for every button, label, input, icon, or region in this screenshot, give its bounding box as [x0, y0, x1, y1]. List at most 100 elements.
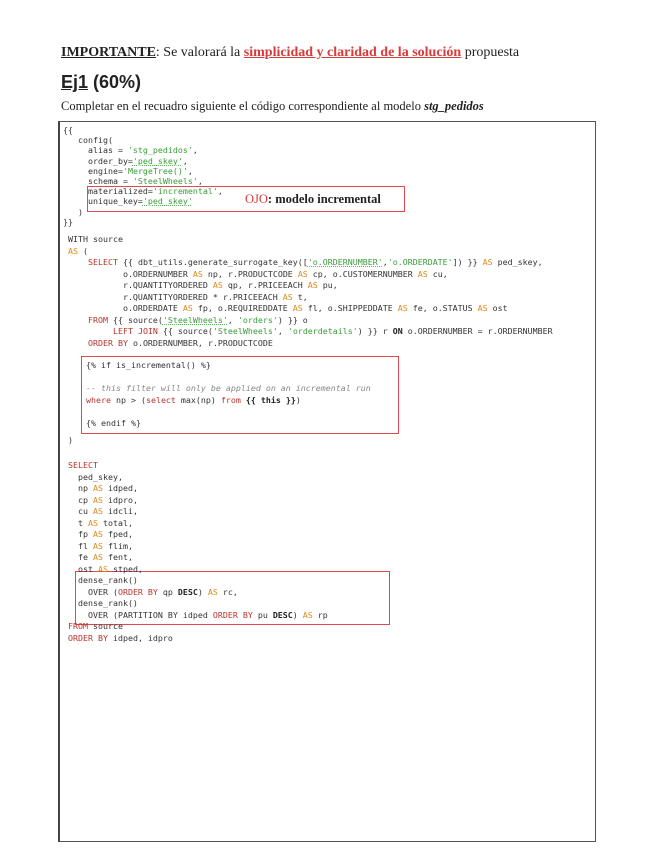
code-token: ost: [68, 563, 98, 574]
code-token: o.ORDERNUMBER, r.PRODUCTCODE: [127, 337, 273, 348]
code-line: SELECT {{ dbt_utils.generate_surrogate_k…: [68, 257, 553, 269]
code-token: cp, o.CUSTOMERNUMBER: [307, 268, 418, 279]
code-token: r.QUANTITYORDERED * r.PRICEEACH: [68, 291, 283, 302]
code-token: {{: [63, 125, 73, 135]
code-token: -- this filter will only be applied on a…: [86, 383, 371, 393]
code-line: FROM {{ source('SteelWheels', 'orders') …: [68, 315, 553, 327]
code-line: r.QUANTITYORDERED * r.PRICEEACH AS t,: [68, 292, 553, 304]
code-token: AS: [92, 483, 103, 493]
code-line: t AS total,: [68, 518, 328, 530]
code-token: fped,: [102, 529, 133, 539]
code-token: AS: [97, 563, 108, 574]
code-token: 'stg_pedidos': [127, 145, 193, 156]
code-token: AS: [212, 280, 223, 290]
code-token: 'o.ORDERDATE': [387, 257, 453, 267]
code-line: {{: [63, 125, 223, 135]
code-token: AS: [397, 303, 408, 313]
code-token: flim,: [102, 540, 133, 551]
code-token: o.ORDERDATE: [68, 303, 183, 313]
code-token: ): [295, 394, 301, 405]
code-token: idpro,: [102, 494, 138, 505]
code-token: AS: [482, 257, 493, 267]
ojo-label: OJO: [245, 192, 268, 206]
code-line: {% if is_incremental() %}: [86, 360, 371, 372]
code-token: ]) }}: [452, 257, 483, 267]
important-highlight: simplicidad y claridad de la solución: [243, 45, 462, 60]
code-token: FROM: [68, 621, 88, 631]
code-token: AS: [192, 268, 203, 279]
code-token: ON: [392, 326, 403, 336]
code-token: {{ source(: [107, 314, 163, 325]
code-token: idcli,: [102, 506, 138, 516]
incremental-block: {% if is_incremental() %} -- this filter …: [86, 360, 371, 429]
code-token: fe: [68, 552, 93, 562]
code-token: ORDER BY: [212, 609, 253, 620]
code-token: 'orderdetails': [287, 326, 358, 336]
code-token: rc,: [217, 586, 238, 597]
code-line: o.ORDERDATE AS fp, o.REQUIREDDATE AS fl,…: [68, 303, 553, 315]
code-token: ped_skey,: [68, 471, 123, 482]
code-line: ORDER BY idped, idpro: [68, 633, 328, 645]
code-token: max(np): [175, 394, 221, 405]
code-token: ,: [227, 314, 238, 325]
code-line: WITH source: [68, 234, 553, 246]
code-line: alias = 'stg_pedidos',: [63, 145, 223, 155]
code-token: schema =: [63, 175, 133, 186]
code-token: ): [68, 435, 73, 445]
code-token: alias =: [63, 145, 128, 156]
code-token: 'orders': [237, 314, 278, 325]
code-token: unique_key=: [63, 196, 143, 207]
code-token: np, r.PRODUCTCODE: [202, 268, 298, 279]
code-token: t,: [292, 291, 308, 302]
code-token: qp, r.PRICEEACH: [222, 280, 308, 290]
code-token: pu,: [317, 280, 338, 290]
exercise-number: Ej1: [61, 72, 89, 92]
code-token: ,: [217, 186, 223, 197]
code-token: ,: [197, 175, 203, 186]
code-line: fp AS fped,: [68, 529, 328, 541]
code-token: config(: [63, 135, 113, 146]
code-token: AS: [92, 552, 103, 562]
code-token: order_by=: [63, 155, 133, 166]
code-token: from: [220, 394, 241, 405]
code-token: }}: [63, 216, 73, 227]
code-token: 'SteelWheels': [132, 175, 198, 186]
code-line: dense_rank(): [68, 598, 328, 610]
code-token: AS: [307, 280, 318, 290]
code-line: OVER (PARTITION BY idped ORDER BY pu DES…: [68, 610, 328, 622]
code-token: cp: [68, 494, 93, 505]
code-token: (: [78, 245, 88, 256]
code-token: cu: [68, 506, 93, 516]
code-token: AS: [92, 506, 103, 516]
code-token: SELECT: [68, 460, 98, 470]
code-line: ped_skey,: [68, 472, 328, 484]
code-token: source: [87, 621, 123, 631]
code-line: ): [68, 435, 73, 447]
code-line: ): [63, 207, 223, 217]
code-line: materialized='incremental',: [63, 186, 223, 196]
code-token: 'incremental': [152, 186, 218, 197]
code-token: DESC: [272, 609, 293, 620]
code-token: AS: [477, 303, 488, 313]
ojo-note: OJO: modelo incremental: [245, 192, 381, 207]
code-token: t: [68, 517, 88, 528]
code-line: AS (: [68, 246, 553, 258]
code-token: AS: [68, 245, 78, 256]
instruction-text: Completar en el recuadro siguiente el có…: [61, 99, 425, 113]
code-token: pu: [252, 609, 273, 620]
code-token: AS: [417, 268, 428, 279]
code-token: ORDER BY: [117, 586, 158, 597]
final-select-block: SELECT ped_skey, np AS idped, cp AS idpr…: [68, 460, 328, 644]
code-token: fl, o.SHIPPEDDATE: [302, 303, 398, 313]
code-token: idped,: [102, 483, 138, 493]
model-name: stg_pedidos: [424, 99, 484, 113]
code-token: ost: [487, 303, 508, 313]
code-token: 'o.ORDERNUMBER': [307, 257, 383, 267]
code-token: WITH source: [68, 234, 123, 244]
code-line: fl AS flim,: [68, 541, 328, 553]
code-token: cu,: [427, 268, 448, 279]
important-note: IMPORTANTE: Se valorará la simplicidad y…: [61, 45, 519, 61]
document-page: IMPORTANTE: Se valorará la simplicidad y…: [0, 0, 655, 848]
code-token: engine=: [63, 165, 123, 176]
